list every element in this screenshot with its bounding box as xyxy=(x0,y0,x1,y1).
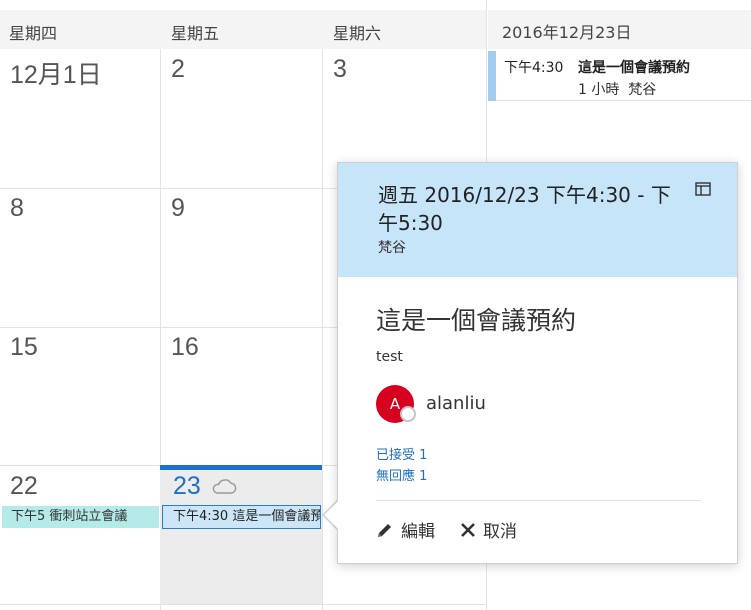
event-location: 梵谷 xyxy=(378,240,406,256)
cloud-icon xyxy=(212,479,237,494)
agenda-event[interactable]: 下午4:30 這是一個會議預約 1 小時 梵谷 xyxy=(488,51,751,101)
row-divider xyxy=(0,604,486,605)
day-number[interactable]: 8 xyxy=(10,194,24,223)
day-number[interactable]: 16 xyxy=(171,333,199,362)
today-indicator xyxy=(160,465,322,470)
popout-icon[interactable] xyxy=(695,182,711,196)
duration-text: 1 小時 xyxy=(578,82,620,98)
divider xyxy=(376,500,701,501)
day-number[interactable]: 9 xyxy=(171,194,185,223)
today-day-number[interactable]: 23 xyxy=(173,472,201,501)
attendee-name[interactable]: alanliu xyxy=(426,393,486,414)
weekday-saturday: 星期六 xyxy=(333,24,382,43)
edit-label: 編輯 xyxy=(401,522,435,542)
day-number[interactable]: 15 xyxy=(10,333,38,362)
event-standup[interactable]: 下午5 衝刺站立會議 xyxy=(2,506,159,528)
edit-button[interactable]: 編輯 xyxy=(376,517,435,542)
weekday-friday: 星期五 xyxy=(171,24,220,43)
agenda-event-time: 下午4:30 xyxy=(504,60,564,76)
day-number[interactable]: 12月1日 xyxy=(10,55,102,91)
event-title: 這是一個會議預約 xyxy=(376,306,577,335)
day-number[interactable]: 22 xyxy=(10,472,38,501)
event-meeting-selected[interactable]: 下午4:30 這是一個會議預約 xyxy=(162,505,321,529)
cancel-label: 取消 xyxy=(483,522,517,542)
day-number[interactable]: 3 xyxy=(333,55,347,84)
accepted-link[interactable]: 已接受 1 xyxy=(376,444,427,463)
event-body: test xyxy=(376,349,403,365)
agenda-date: 2016年12月23日 xyxy=(488,10,751,49)
agenda-event-title: 這是一個會議預約 xyxy=(578,60,690,76)
presence-icon xyxy=(400,406,416,422)
pencil-icon xyxy=(378,523,391,537)
event-datetime: 週五 2016/12/23 下午4:30 - 下午5:30 xyxy=(378,183,671,235)
close-icon xyxy=(461,522,475,537)
event-peek-card: 週五 2016/12/23 下午4:30 - 下午5:30 梵谷 這是一個會議預… xyxy=(337,162,738,564)
day-number[interactable]: 2 xyxy=(171,55,185,84)
popup-pointer-fill xyxy=(324,500,339,530)
cancel-button[interactable]: 取消 xyxy=(460,517,517,542)
agenda-event-duration: 1 小時 梵谷 xyxy=(578,79,656,99)
weekday-thursday: 星期四 xyxy=(9,24,58,43)
weekday-header: 星期四 星期五 星期六 xyxy=(0,10,486,49)
no-response-link[interactable]: 無回應 1 xyxy=(376,465,427,484)
event-peek-header: 週五 2016/12/23 下午4:30 - 下午5:30 梵谷 xyxy=(338,163,737,277)
event-color-bar xyxy=(488,51,496,101)
location-text: 梵谷 xyxy=(628,82,657,98)
